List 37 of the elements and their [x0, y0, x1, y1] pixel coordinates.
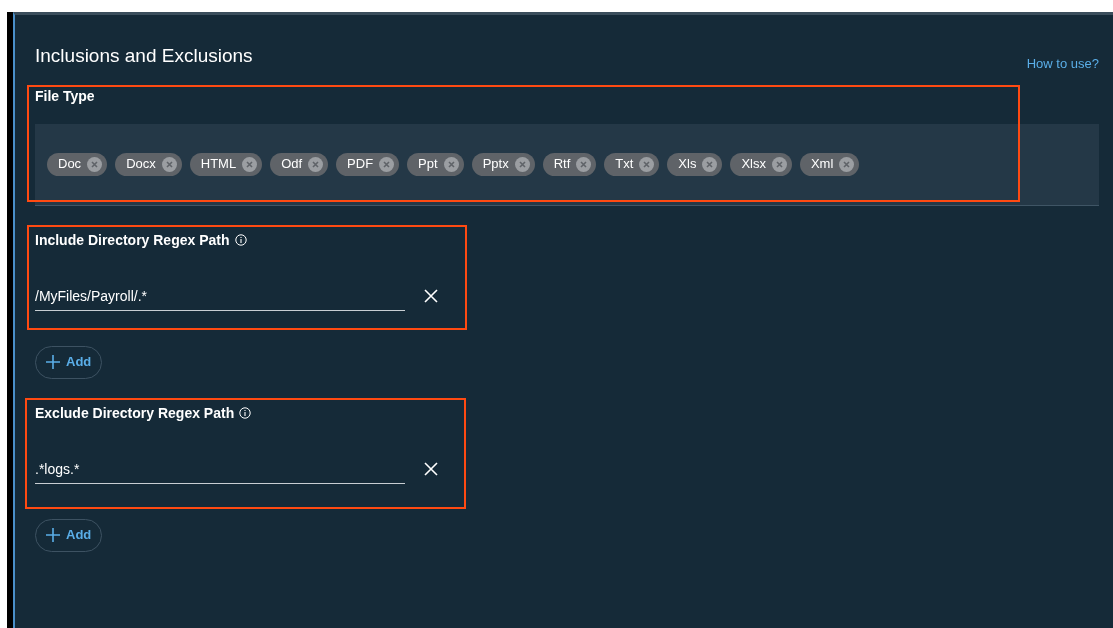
chip-label: Xlsx	[741, 155, 766, 174]
file-type-label: File Type	[35, 86, 96, 106]
plus-icon	[46, 355, 60, 369]
remove-chip-icon[interactable]	[242, 156, 258, 172]
info-icon[interactable]	[234, 234, 247, 246]
remove-chip-icon[interactable]	[87, 156, 103, 172]
chip-label: Odf	[281, 155, 303, 174]
chip-label: Doc	[58, 155, 82, 174]
field-label: Include Directory Regex Path	[35, 230, 230, 250]
remove-chip-icon[interactable]	[839, 156, 855, 172]
chip-label: Txt	[615, 155, 634, 174]
chip-label: Xml	[810, 155, 834, 174]
remove-chip-icon[interactable]	[443, 156, 459, 172]
remove-chip-icon[interactable]	[639, 156, 655, 172]
chip-label: Xls	[678, 155, 697, 174]
remove-chip-icon[interactable]	[161, 156, 177, 172]
remove-chip-icon[interactable]	[308, 156, 324, 172]
chip-label: Ppt	[418, 155, 438, 174]
plus-icon	[46, 528, 60, 542]
remove-chip-icon[interactable]	[514, 156, 530, 172]
remove-chip-icon[interactable]	[771, 156, 787, 172]
regex-input-field[interactable]: /MyFiles/Payroll/.*	[35, 285, 405, 311]
chip-label: HTML	[200, 155, 237, 174]
chip-label: Docx	[126, 155, 156, 174]
remove-chip-icon[interactable]	[379, 156, 395, 172]
chip-label: Pptx	[482, 155, 509, 174]
info-icon[interactable]	[239, 407, 252, 419]
how-to-use-link[interactable]: How to use?	[1026, 54, 1099, 74]
remove-chip-icon[interactable]	[576, 156, 592, 172]
close-icon[interactable]	[424, 461, 438, 476]
close-icon[interactable]	[424, 288, 438, 303]
chip-label: Rtf	[553, 155, 571, 174]
chip-label: PDF	[347, 155, 374, 174]
section-title: Inclusions and Exclusions	[35, 44, 253, 68]
remove-chip-icon[interactable]	[702, 156, 718, 172]
regex-input-field[interactable]: .*logs.*	[35, 458, 405, 484]
field-label: Exclude Directory Regex Path	[35, 403, 235, 423]
